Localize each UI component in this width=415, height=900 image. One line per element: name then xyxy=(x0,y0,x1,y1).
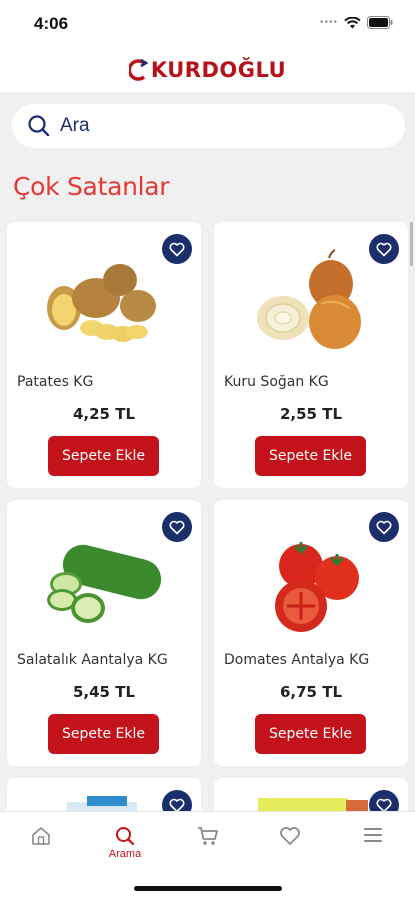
add-to-cart-button[interactable]: Sepete Ekle xyxy=(255,436,366,476)
scroll-indicator[interactable] xyxy=(410,222,413,266)
cart-icon xyxy=(198,827,218,845)
product-image-tomato xyxy=(275,542,359,632)
product-image-potato xyxy=(47,264,156,342)
wifi-icon xyxy=(344,16,361,28)
favorite-button[interactable] xyxy=(369,234,399,264)
status-icons: •••• xyxy=(320,16,393,29)
product-name: Salatalık Aantalya KG xyxy=(17,652,168,668)
heart-icon xyxy=(376,520,392,534)
home-indicator xyxy=(134,886,282,891)
heart-icon xyxy=(280,827,300,845)
product-price: 2,55 TL xyxy=(279,405,343,423)
tab-favorites[interactable] xyxy=(260,826,320,846)
product-image-partial xyxy=(258,798,368,812)
status-time: 4:06 xyxy=(34,14,69,33)
product-card[interactable]: Salatalık Aantalya KG 5,45 TL Sepete Ekl… xyxy=(7,500,201,766)
add-to-cart-button[interactable]: Sepete Ekle xyxy=(48,714,159,754)
tab-menu[interactable] xyxy=(343,826,403,844)
product-name: Domates Antalya KG xyxy=(224,652,370,668)
logo-mark-icon xyxy=(128,58,149,81)
favorite-button[interactable] xyxy=(162,234,192,264)
search-bar[interactable] xyxy=(12,104,405,148)
product-price: 4,25 TL xyxy=(72,405,136,423)
favorite-button[interactable] xyxy=(162,512,192,542)
product-name: Kuru Soğan KG xyxy=(224,374,329,390)
heart-icon xyxy=(376,242,392,256)
product-image-cucumber xyxy=(47,544,162,623)
brand-logo: KURDOĞLU xyxy=(128,58,287,82)
tab-search[interactable]: Arama xyxy=(95,826,155,860)
add-to-cart-button[interactable]: Sepete Ekle xyxy=(255,714,366,754)
status-bar: 4:06 •••• xyxy=(0,0,415,48)
product-price: 6,75 TL xyxy=(279,683,343,701)
favorite-button[interactable] xyxy=(369,512,399,542)
heart-icon xyxy=(169,242,185,256)
heart-icon xyxy=(169,520,185,534)
product-card[interactable]: Kuru Soğan KG 2,55 TL Sepete Ekle xyxy=(214,222,408,488)
search-icon xyxy=(116,827,135,846)
tab-home[interactable] xyxy=(11,826,71,846)
menu-icon xyxy=(364,828,382,842)
app-header: KURDOĞLU xyxy=(0,48,415,92)
product-card[interactable]: Domates Antalya KG 6,75 TL Sepete Ekle xyxy=(214,500,408,766)
tab-label: Arama xyxy=(108,848,142,860)
section-title: Çok Satanlar xyxy=(13,172,170,201)
product-image-onion xyxy=(257,249,361,349)
tab-cart[interactable] xyxy=(178,826,238,846)
home-icon xyxy=(32,827,50,845)
signal-icon: •••• xyxy=(319,17,338,28)
product-image-partial xyxy=(67,796,137,812)
product-price: 5,45 TL xyxy=(72,683,136,701)
search-icon xyxy=(28,115,50,137)
product-card[interactable]: Patates KG 4,25 TL Sepete Ekle xyxy=(7,222,201,488)
product-name: Patates KG xyxy=(17,374,94,390)
search-input[interactable] xyxy=(60,115,360,137)
battery-icon xyxy=(367,16,393,29)
logo-text: KURDOĞLU xyxy=(150,58,287,82)
add-to-cart-button[interactable]: Sepete Ekle xyxy=(48,436,159,476)
